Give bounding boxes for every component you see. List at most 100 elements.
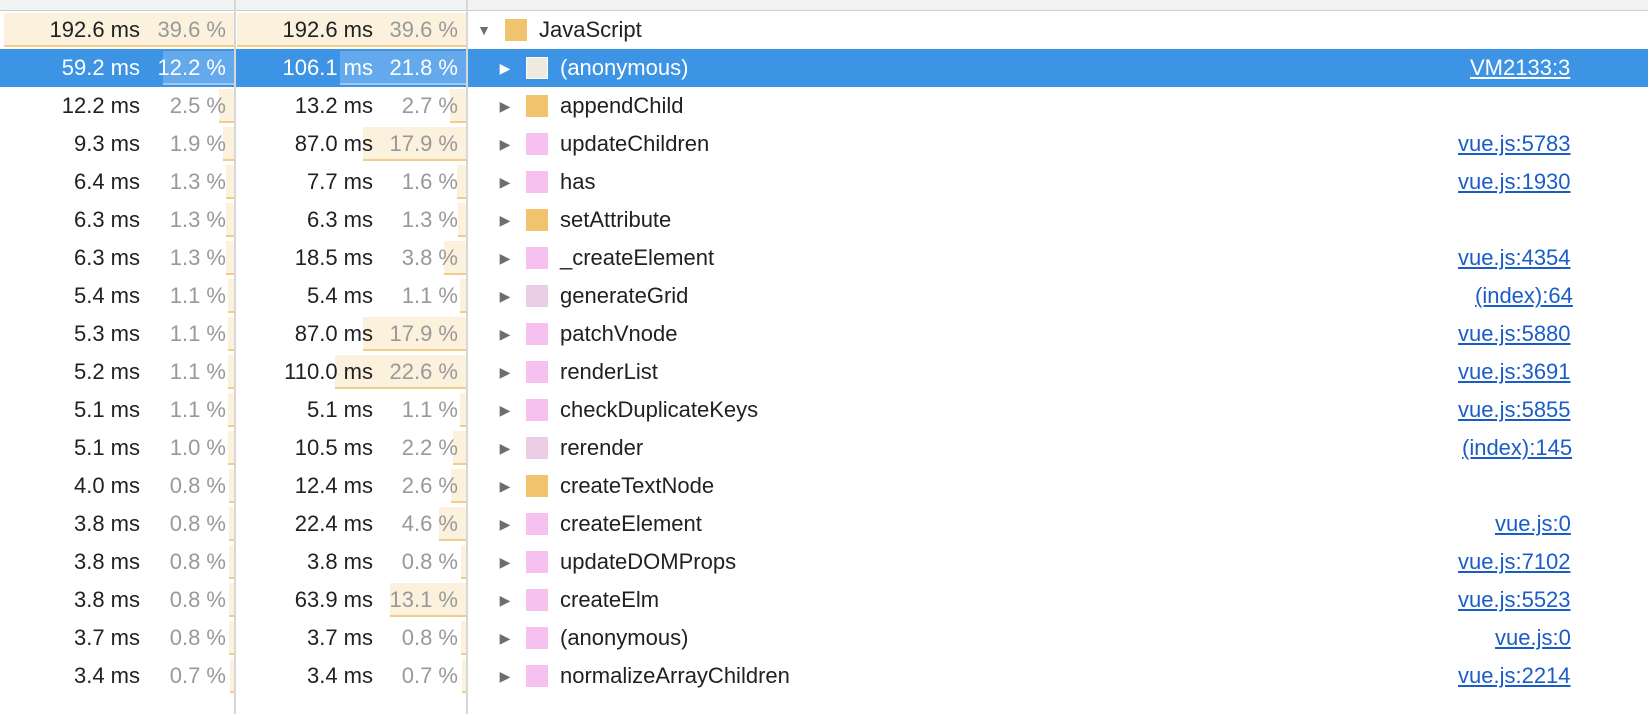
source-link[interactable]: vue.js:5880 (1458, 315, 1571, 353)
tree-row[interactable]: 5.2 ms 1.1 % 110.0 ms 22.6 % ▶ renderList vue.… (0, 353, 1648, 391)
bottom-up-tree: 192.6 ms 39.6 % 192.6 ms 39.6 % ▼ JavaScript 5… (0, 11, 1648, 695)
tree-row[interactable]: 3.8 ms 0.8 % 63.9 ms 13.1 % ▶ createElm vue.js… (0, 581, 1648, 619)
self-time-percent: 1.1 % (169, 321, 226, 346)
self-time-value: 5.2 ms (73, 359, 140, 384)
tree-row[interactable]: 5.1 ms 1.1 % 5.1 ms 1.1 % ▶ checkDuplicateKey… (0, 391, 1648, 429)
tree-row[interactable]: 192.6 ms 39.6 % 192.6 ms 39.6 % ▼ JavaScript (0, 11, 1648, 49)
activity-cell: ▶ createElement (468, 505, 1648, 543)
total-time-value: 63.9 ms (294, 587, 373, 612)
source-link[interactable]: vue.js:2214 (1458, 657, 1571, 695)
activity-cell: ▼ JavaScript (468, 11, 1648, 49)
triangle-right-icon[interactable]: ▶ (497, 657, 513, 695)
total-time-percent: 4.6 % (401, 511, 458, 536)
source-link[interactable]: (index):64 (1475, 277, 1573, 315)
self-time-cell: 5.3 ms 1.1 % (0, 315, 236, 353)
self-time-percent: 12.2 % (157, 55, 227, 80)
triangle-right-icon[interactable]: ▶ (497, 619, 513, 657)
triangle-right-icon[interactable]: ▶ (497, 315, 513, 353)
source-link[interactable]: vue.js:1930 (1458, 163, 1571, 201)
total-time-value: 110.0 ms (284, 359, 373, 384)
tree-row[interactable]: 5.4 ms 1.1 % 5.4 ms 1.1 % ▶ generateGrid (inde… (0, 277, 1648, 315)
function-name: generateGrid (560, 283, 689, 308)
total-time-cell: 10.5 ms 2.2 % (236, 429, 468, 467)
triangle-right-icon[interactable]: ▶ (497, 581, 513, 619)
total-time-cell: 63.9 ms 13.1 % (236, 581, 468, 619)
self-time-percent: 1.3 % (169, 207, 226, 232)
source-link[interactable]: vue.js:5855 (1458, 391, 1571, 429)
tree-row[interactable]: 4.0 ms 0.8 % 12.4 ms 2.6 % ▶ createTextNode (0, 467, 1648, 505)
total-time-cell: 5.4 ms 1.1 % (236, 277, 468, 315)
category-color-swatch (526, 627, 548, 649)
activity-cell: ▶ createTextNode (468, 467, 1648, 505)
source-link[interactable]: vue.js:0 (1495, 505, 1571, 543)
triangle-right-icon[interactable]: ▶ (497, 353, 513, 391)
triangle-right-icon[interactable]: ▶ (497, 543, 513, 581)
self-time-value: 3.8 ms (73, 549, 140, 574)
total-time-percent: 21.8 % (389, 55, 459, 80)
tree-row[interactable]: 3.7 ms 0.8 % 3.7 ms 0.8 % ▶ (anonymous) vue.js… (0, 619, 1648, 657)
category-color-swatch (526, 475, 548, 497)
tree-row[interactable]: 6.3 ms 1.3 % 6.3 ms 1.3 % ▶ setAttribute (0, 201, 1648, 239)
total-time-column-divider[interactable] (466, 0, 468, 714)
self-time-percent: 1.0 % (169, 435, 226, 460)
triangle-right-icon[interactable]: ▶ (497, 239, 513, 277)
tree-row[interactable]: 12.2 ms 2.5 % 13.2 ms 2.7 % ▶ appendChild (0, 87, 1648, 125)
source-link[interactable]: vue.js:4354 (1458, 239, 1571, 277)
total-time-percent: 39.6 % (389, 17, 459, 42)
self-time-bar (226, 165, 234, 199)
category-color-swatch (526, 209, 548, 231)
triangle-right-icon[interactable]: ▶ (497, 391, 513, 429)
self-time-value: 6.3 ms (73, 245, 140, 270)
tree-row[interactable]: 3.4 ms 0.7 % 3.4 ms 0.7 % ▶ normalizeArrayChi… (0, 657, 1648, 695)
total-time-percent: 2.6 % (401, 473, 458, 498)
triangle-right-icon[interactable]: ▶ (497, 125, 513, 163)
total-time-value: 3.8 ms (306, 549, 373, 574)
function-name: JavaScript (539, 17, 642, 42)
total-time-percent: 3.8 % (401, 245, 458, 270)
source-link[interactable]: vue.js:3691 (1458, 353, 1571, 391)
function-name: updateDOMProps (560, 549, 737, 574)
self-time-cell: 6.3 ms 1.3 % (0, 239, 236, 277)
triangle-right-icon[interactable]: ▶ (497, 201, 513, 239)
tree-row[interactable]: 59.2 ms 12.2 % 106.1 ms 21.8 % ▶ (anonymous) V… (0, 49, 1648, 87)
triangle-right-icon[interactable]: ▶ (497, 163, 513, 201)
self-time-percent: 2.5 % (169, 93, 226, 118)
category-color-swatch (526, 665, 548, 687)
tree-row[interactable]: 6.3 ms 1.3 % 18.5 ms 3.8 % ▶ _createElement vu… (0, 239, 1648, 277)
total-time-value: 3.7 ms (306, 625, 373, 650)
source-link[interactable]: vue.js:5523 (1458, 581, 1571, 619)
category-color-swatch (526, 95, 548, 117)
total-time-percent: 1.3 % (401, 207, 458, 232)
source-link[interactable]: VM2133:3 (1470, 49, 1570, 87)
tree-row[interactable]: 3.8 ms 0.8 % 3.8 ms 0.8 % ▶ updateDOMProps vue… (0, 543, 1648, 581)
triangle-right-icon[interactable]: ▶ (497, 505, 513, 543)
tree-row[interactable]: 5.3 ms 1.1 % 87.0 ms 17.9 % ▶ patchVnode vue.j… (0, 315, 1648, 353)
tree-row[interactable]: 5.1 ms 1.0 % 10.5 ms 2.2 % ▶ rerender (index):… (0, 429, 1648, 467)
triangle-right-icon[interactable]: ▶ (497, 467, 513, 505)
self-time-value: 5.1 ms (73, 435, 140, 460)
source-link[interactable]: vue.js:5783 (1458, 125, 1571, 163)
triangle-right-icon[interactable]: ▶ (497, 429, 513, 467)
self-time-column-divider[interactable] (234, 0, 236, 714)
source-link[interactable]: vue.js:7102 (1458, 543, 1571, 581)
category-color-swatch (526, 361, 548, 383)
self-time-percent: 1.9 % (169, 131, 226, 156)
tree-row[interactable]: 9.3 ms 1.9 % 87.0 ms 17.9 % ▶ updateChildren v… (0, 125, 1648, 163)
triangle-right-icon[interactable]: ▶ (497, 277, 513, 315)
total-time-cell: 18.5 ms 3.8 % (236, 239, 468, 277)
triangle-down-icon[interactable]: ▼ (476, 11, 492, 49)
self-time-cell: 5.1 ms 1.1 % (0, 391, 236, 429)
triangle-right-icon[interactable]: ▶ (497, 87, 513, 125)
source-link[interactable]: (index):145 (1462, 429, 1572, 467)
function-name: createElm (560, 587, 660, 612)
self-time-value: 6.4 ms (73, 169, 140, 194)
self-time-bar (226, 203, 234, 237)
total-time-percent: 1.1 % (401, 283, 458, 308)
self-time-value: 5.1 ms (73, 397, 140, 422)
self-time-bar (226, 241, 234, 275)
triangle-right-icon[interactable]: ▶ (497, 49, 513, 87)
self-time-value: 59.2 ms (61, 55, 140, 80)
source-link[interactable]: vue.js:0 (1495, 619, 1571, 657)
tree-row[interactable]: 6.4 ms 1.3 % 7.7 ms 1.6 % ▶ has vue.js:1930 (0, 163, 1648, 201)
tree-row[interactable]: 3.8 ms 0.8 % 22.4 ms 4.6 % ▶ createElement vue… (0, 505, 1648, 543)
